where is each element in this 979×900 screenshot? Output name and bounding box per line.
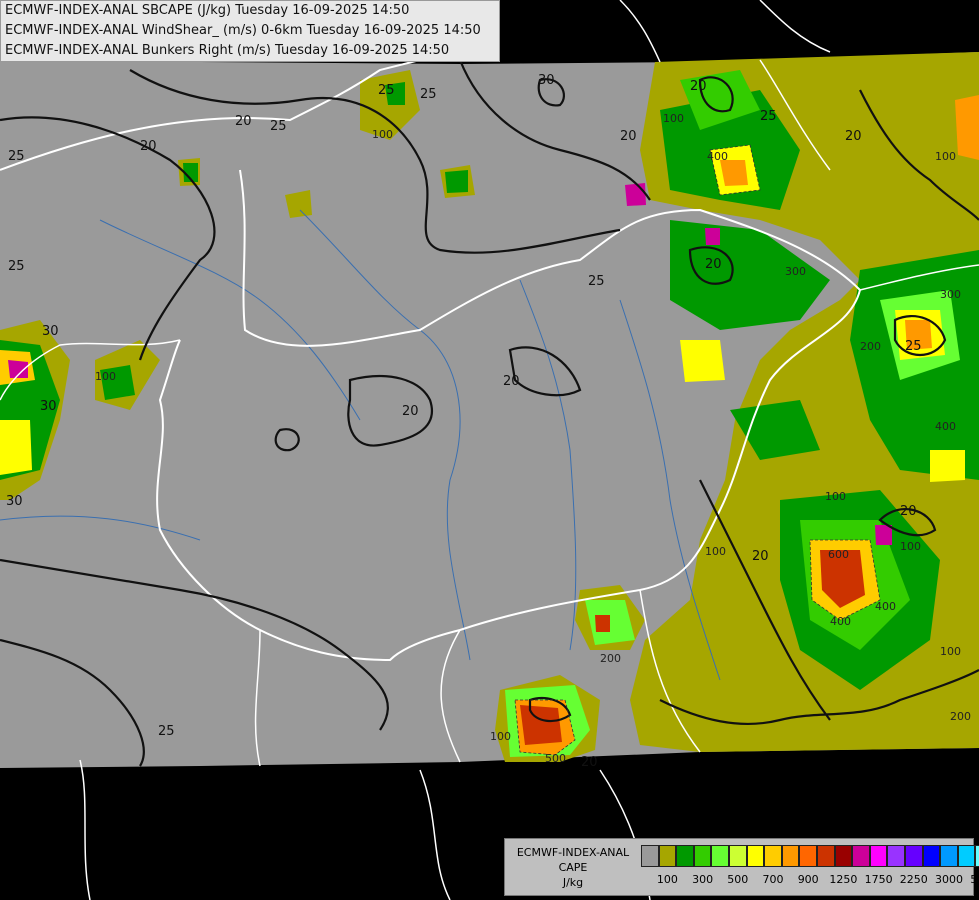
shear-label: 25 <box>270 119 287 134</box>
shear-label: 20 <box>503 374 520 389</box>
legend-swatch <box>746 845 765 867</box>
legend-tick-labels: 100 300 500 700 900 1250 1750 2250 3000 5000 <box>635 873 979 889</box>
cape-label: 100 <box>372 128 393 141</box>
legend-title: ECMWF-INDEX-ANAL CAPE J/kg <box>509 845 637 890</box>
legend-swatch <box>711 845 729 867</box>
shear-label: 25 <box>588 274 605 289</box>
cape-label: 400 <box>707 150 728 163</box>
shear-label: 20 <box>620 129 637 144</box>
legend-tick-label: 3000 <box>935 873 963 886</box>
cape-label: 100 <box>705 545 726 558</box>
legend-swatch <box>781 845 800 867</box>
shear-label: 25 <box>158 724 175 739</box>
cape-label: 500 <box>545 752 566 765</box>
legend-title-source: ECMWF-INDEX-ANAL <box>516 846 630 859</box>
legend-swatch <box>922 845 941 867</box>
cape-label: 200 <box>950 710 971 723</box>
cape-label: 400 <box>830 615 851 628</box>
legend-swatch <box>693 845 712 867</box>
legend-tick-label: 100 <box>656 873 678 886</box>
legend-swatch <box>940 845 958 867</box>
cape-label: 100 <box>935 150 956 163</box>
shear-label: 25 <box>760 109 777 124</box>
shear-label: 20 <box>705 257 722 272</box>
shear-label: 25 <box>420 87 437 102</box>
cape-label: 400 <box>875 600 896 613</box>
legend-swatch <box>869 845 888 867</box>
cape-legend: ECMWF-INDEX-ANAL CAPE J/kg 100 300 500 700 9… <box>504 838 979 896</box>
cape-label: 100 <box>663 112 684 125</box>
legend-title-param: CAPE <box>558 861 588 874</box>
legend-tick-label: 2250 <box>899 873 928 886</box>
shear-label: 20 <box>752 549 769 564</box>
shear-label: 20 <box>402 404 419 419</box>
shear-label: 20 <box>140 139 157 154</box>
legend-swatch <box>957 845 976 867</box>
legend-color-scale <box>641 845 979 867</box>
shear-label: 25 <box>8 259 25 274</box>
shear-label: 25 <box>905 339 922 354</box>
weather-map: 30 25 20 20 25 30 25 30 25 20 20 20 25 2… <box>0 0 979 900</box>
shear-label: 30 <box>538 73 555 88</box>
shear-label: 25 <box>8 149 25 164</box>
cape-label: 200 <box>860 340 881 353</box>
legend-swatch <box>658 845 677 867</box>
cape-label: 100 <box>900 540 921 553</box>
legend-tick-label: 700 <box>762 873 784 886</box>
title-line-windshear: ECMWF-INDEX-ANAL WindShear_ (m/s) 0-6km … <box>5 23 481 38</box>
title-line-sbcape: ECMWF-INDEX-ANAL SBCAPE (J/kg) Tuesday 1… <box>5 3 410 18</box>
legend-tick-label: 900 <box>797 873 819 886</box>
legend-swatch <box>764 845 782 867</box>
shear-label: 30 <box>42 324 59 339</box>
legend-swatch <box>834 845 853 867</box>
legend-tick-label: 500 <box>727 873 749 886</box>
legend-swatch <box>904 845 923 867</box>
cape-label: 100 <box>490 730 511 743</box>
cape-label: 100 <box>95 370 116 383</box>
shear-label: 20 <box>235 114 252 129</box>
cape-label: 300 <box>785 265 806 278</box>
shear-label: 20 <box>845 129 862 144</box>
legend-swatch <box>816 845 835 867</box>
shear-label: 30 <box>40 399 57 414</box>
legend-tick-label: 1750 <box>864 873 893 886</box>
legend-swatch <box>975 845 979 867</box>
cape-label: 200 <box>600 652 621 665</box>
cape-label: 100 <box>940 645 961 658</box>
legend-swatch <box>887 845 905 867</box>
cape-label: 300 <box>940 288 961 301</box>
legend-tick-label: 300 <box>692 873 714 886</box>
shear-label: 20 <box>900 504 917 519</box>
legend-swatch <box>728 845 747 867</box>
legend-swatch <box>799 845 817 867</box>
cape-label: 400 <box>935 420 956 433</box>
shear-label: 20 <box>690 79 707 94</box>
cape-label: 100 <box>825 490 846 503</box>
legend-swatch <box>641 845 659 867</box>
cape-label: 600 <box>828 548 849 561</box>
legend-title-unit: J/kg <box>562 876 584 889</box>
shear-label: 25 <box>378 83 395 98</box>
shear-label: 30 <box>6 494 23 509</box>
legend-tick-label: 5000 <box>970 873 979 886</box>
shear-label: 20 <box>581 755 598 770</box>
legend-swatch <box>852 845 870 867</box>
legend-tick-label: 1250 <box>829 873 858 886</box>
map-title-box: ECMWF-INDEX-ANAL SBCAPE (J/kg) Tuesday 1… <box>0 0 500 62</box>
legend-swatch <box>676 845 694 867</box>
title-line-bunkers: ECMWF-INDEX-ANAL Bunkers Right (m/s) Tue… <box>5 43 450 58</box>
